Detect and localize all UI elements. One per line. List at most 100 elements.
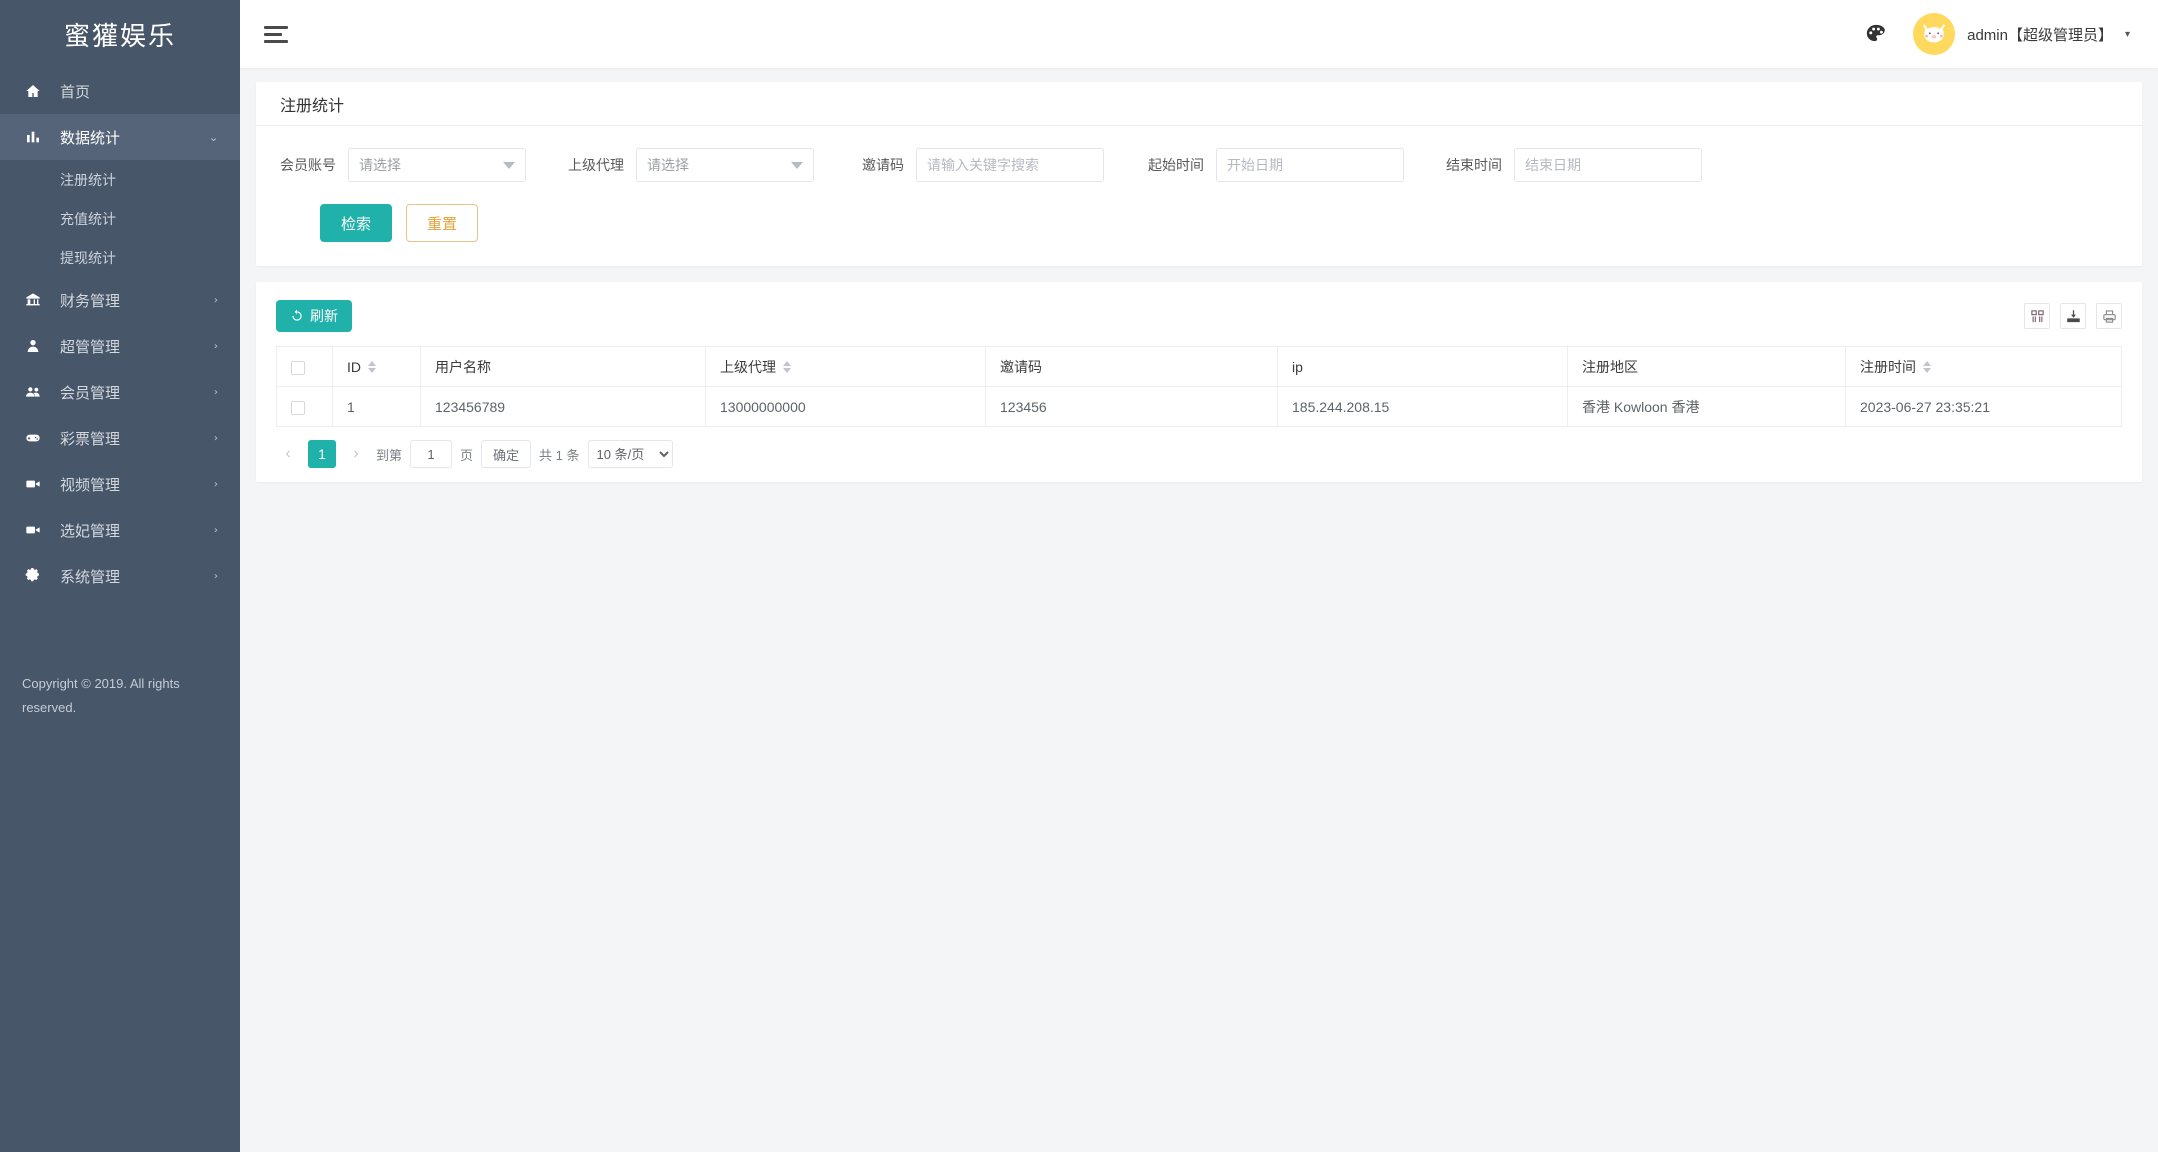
sidebar-item-consort[interactable]: 选妃管理 › — [0, 507, 240, 553]
sidebar-subitem-register-stats[interactable]: 注册统计 — [0, 160, 240, 199]
column-label: 注册地区 — [1582, 357, 1638, 377]
sort-icon[interactable] — [783, 361, 791, 373]
prev-page-button[interactable]: ‹ — [276, 441, 300, 467]
topbar-right: admin【超级管理员】 ▾ — [1865, 13, 2130, 55]
user-name-label: admin【超级管理员】 — [1967, 24, 2113, 45]
video-camera-icon — [22, 520, 44, 540]
column-label: 注册时间 — [1860, 357, 1916, 377]
page-size-select[interactable]: 10 条/页20 条/页50 条/页100 条/页 — [588, 440, 673, 468]
sidebar-item-lottery[interactable]: 彩票管理 › — [0, 415, 240, 461]
column-label: 邀请码 — [1000, 357, 1042, 377]
video-camera-icon — [22, 474, 44, 494]
chevron-right-icon: › — [214, 341, 218, 352]
user-menu[interactable]: admin【超级管理员】 ▾ — [1913, 13, 2130, 55]
goto-confirm-button[interactable]: 确定 — [481, 440, 531, 468]
search-button[interactable]: 检索 — [320, 204, 392, 242]
reset-button[interactable]: 重置 — [406, 204, 478, 242]
goto-page-input[interactable] — [410, 440, 452, 468]
refresh-button[interactable]: 刷新 — [276, 300, 352, 332]
app-root: 蜜獾娱乐 首页 数据统计 ⌄ 注册统计 充值统计 提现统计 — [0, 0, 2158, 1152]
sidebar-item-label: 财务管理 — [60, 290, 214, 311]
start-date-input[interactable] — [1227, 157, 1393, 173]
table-toolbar: 刷新 — [276, 296, 2122, 346]
chevron-down-icon: ⌄ — [208, 131, 218, 144]
table-head: ID 用户名称 上级代理 — [277, 347, 2122, 387]
end-date-input[interactable] — [1525, 157, 1691, 173]
select-value: 请选择 — [359, 155, 401, 175]
sidebar-item-home[interactable]: 首页 — [0, 68, 240, 114]
field-label: 会员账号 — [280, 155, 336, 175]
chevron-right-icon: › — [214, 479, 218, 490]
end-date-input-wrap[interactable] — [1514, 148, 1702, 182]
topbar: admin【超级管理员】 ▾ — [240, 0, 2158, 68]
column-header-region: 注册地区 — [1568, 347, 1846, 387]
print-icon[interactable] — [2096, 303, 2122, 329]
table-row[interactable]: 1 123456789 13000000000 123456 185.244.2… — [277, 387, 2122, 427]
sidebar-item-superadmin[interactable]: 超管管理 › — [0, 323, 240, 369]
page-number-1[interactable]: 1 — [308, 440, 336, 468]
sort-icon[interactable] — [368, 361, 376, 373]
column-label: ip — [1292, 359, 1303, 375]
export-icon[interactable] — [2060, 303, 2086, 329]
hamburger-line — [264, 40, 288, 43]
select-value: 请选择 — [647, 155, 689, 175]
columns-icon[interactable] — [2024, 303, 2050, 329]
bank-icon — [22, 290, 44, 310]
sidebar-item-video[interactable]: 视频管理 › — [0, 461, 240, 507]
sidebar-item-system[interactable]: 系统管理 › — [0, 553, 240, 599]
start-date-input-wrap[interactable] — [1216, 148, 1404, 182]
column-header-time[interactable]: 注册时间 — [1846, 347, 2122, 387]
parent-agent-select[interactable]: 请选择 — [636, 148, 814, 182]
field-start-time: 起始时间 — [1148, 148, 1404, 182]
sidebar-subitem-recharge-stats[interactable]: 充值统计 — [0, 199, 240, 238]
sidebar-item-finance[interactable]: 财务管理 › — [0, 277, 240, 323]
sidebar-copyright: Copyright © 2019. All rights reserved. — [0, 672, 240, 720]
page-content: 注册统计 会员账号 请选择 上级代理 — [240, 68, 2158, 1152]
table-header-row: ID 用户名称 上级代理 — [277, 347, 2122, 387]
sidebar-item-data-stats[interactable]: 数据统计 ⌄ — [0, 114, 240, 160]
avatar — [1913, 13, 1955, 55]
cell-time: 2023-06-27 23:35:21 — [1846, 387, 2122, 427]
filter-row: 会员账号 请选择 上级代理 请选择 — [280, 148, 2118, 182]
column-header-username: 用户名称 — [421, 347, 706, 387]
field-end-time: 结束时间 — [1446, 148, 1702, 182]
sidebar-item-label: 超管管理 — [60, 336, 214, 357]
next-page-button[interactable]: › — [344, 441, 368, 467]
column-header-ip: ip — [1278, 347, 1568, 387]
row-select-cell — [277, 387, 333, 427]
sidebar-item-members[interactable]: 会员管理 › — [0, 369, 240, 415]
row-checkbox[interactable] — [291, 401, 305, 415]
sidebar-item-label: 系统管理 — [60, 566, 214, 587]
filter-actions: 检索 重置 — [280, 204, 2118, 242]
column-header-agent[interactable]: 上级代理 — [706, 347, 986, 387]
cell-ip: 185.244.208.15 — [1278, 387, 1568, 427]
select-all-checkbox[interactable] — [291, 361, 305, 375]
field-invite-code: 邀请码 — [862, 148, 1104, 182]
page-title: 注册统计 — [256, 82, 2142, 126]
filter-card: 注册统计 会员账号 请选择 上级代理 — [256, 82, 2142, 266]
column-header-id[interactable]: ID — [333, 347, 421, 387]
invite-code-input-wrap[interactable] — [916, 148, 1104, 182]
data-table: ID 用户名称 上级代理 — [276, 346, 2122, 427]
cell-username: 123456789 — [421, 387, 706, 427]
gamepad-icon — [22, 428, 44, 448]
refresh-icon — [290, 309, 304, 323]
invite-code-input[interactable] — [927, 157, 1093, 173]
hamburger-menu-icon[interactable] — [262, 20, 292, 49]
cell-region: 香港 Kowloon 香港 — [1568, 387, 1846, 427]
refresh-button-label: 刷新 — [310, 306, 338, 326]
chevron-right-icon: › — [214, 525, 218, 536]
goto-prefix-label: 到第 — [376, 445, 402, 464]
chevron-right-icon: › — [214, 387, 218, 398]
chevron-right-icon: › — [214, 433, 218, 444]
sort-icon[interactable] — [1923, 361, 1931, 373]
sidebar-subitem-withdraw-stats[interactable]: 提现统计 — [0, 238, 240, 277]
people-icon — [22, 382, 44, 402]
sidebar-item-label: 数据统计 — [60, 127, 209, 148]
field-label: 上级代理 — [568, 155, 624, 175]
select-all-cell — [277, 347, 333, 387]
sidebar-submenu-data-stats: 注册统计 充值统计 提现统计 — [0, 160, 240, 277]
member-account-select[interactable]: 请选择 — [348, 148, 526, 182]
cell-agent: 13000000000 — [706, 387, 986, 427]
palette-icon[interactable] — [1865, 23, 1887, 45]
